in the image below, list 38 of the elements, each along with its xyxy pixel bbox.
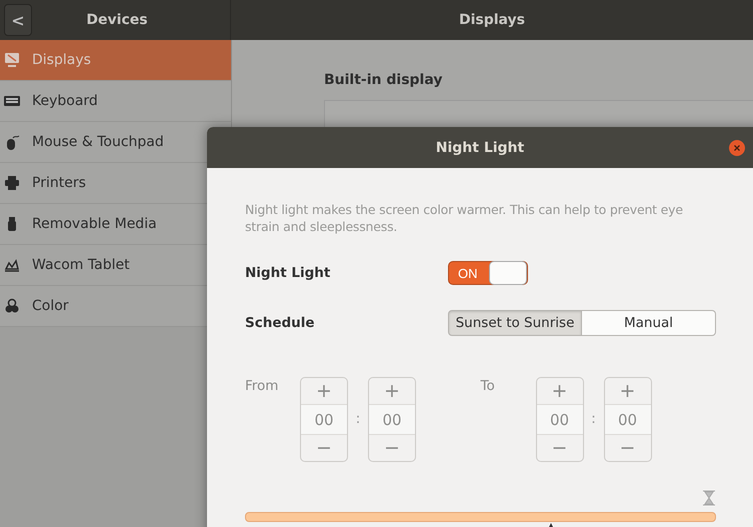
increment-button[interactable]: + xyxy=(536,378,582,404)
dialog-title: Night Light xyxy=(436,140,524,156)
decrement-button[interactable]: − xyxy=(536,435,582,462)
printer-icon xyxy=(4,175,20,191)
time-value[interactable]: 00 xyxy=(536,404,582,436)
time-label: From xyxy=(245,377,280,396)
night-light-label: Night Light xyxy=(245,265,332,281)
time-separator: : xyxy=(354,410,362,429)
increment-button[interactable]: + xyxy=(604,378,650,404)
time-separator: : xyxy=(590,410,597,429)
hourglass-icon xyxy=(702,490,716,506)
schedule-option[interactable]: Sunset to Sunrise xyxy=(448,310,582,336)
sidebar-item[interactable]: Mouse & Touchpad xyxy=(0,122,231,163)
time-value[interactable]: 00 xyxy=(301,404,347,436)
mouse-icon xyxy=(4,134,20,150)
decrement-button[interactable]: − xyxy=(301,435,347,462)
monitor-icon xyxy=(4,52,20,68)
decrement-button[interactable]: − xyxy=(369,435,415,462)
section-title: Built-in display xyxy=(324,72,444,88)
close-icon[interactable] xyxy=(729,140,745,156)
panel-title: Devices xyxy=(85,12,149,28)
circles-icon xyxy=(4,298,20,314)
increment-button[interactable]: + xyxy=(369,378,415,404)
time-value[interactable]: 00 xyxy=(604,404,650,436)
increment-button[interactable]: + xyxy=(301,378,347,404)
night-light-switch[interactable]: ON xyxy=(448,261,528,285)
schedule-label: Schedule xyxy=(245,315,316,331)
time-value[interactable]: 00 xyxy=(369,404,415,436)
schedule-option[interactable]: Manual xyxy=(582,310,716,336)
sidebar-item[interactable]: Keyboard xyxy=(0,81,231,122)
decrement-button[interactable]: − xyxy=(604,435,650,462)
sidebar-item[interactable]: Displays xyxy=(0,40,231,81)
tablet-icon xyxy=(4,257,20,273)
description: Night light makes the screen color warmer. This can help to prevent eye strain and sleeplessness. xyxy=(245,201,684,235)
keyboard-icon xyxy=(4,93,20,109)
time-label: To xyxy=(480,377,496,396)
back-button[interactable]: < xyxy=(4,4,32,36)
window-title: Displays xyxy=(458,12,526,28)
